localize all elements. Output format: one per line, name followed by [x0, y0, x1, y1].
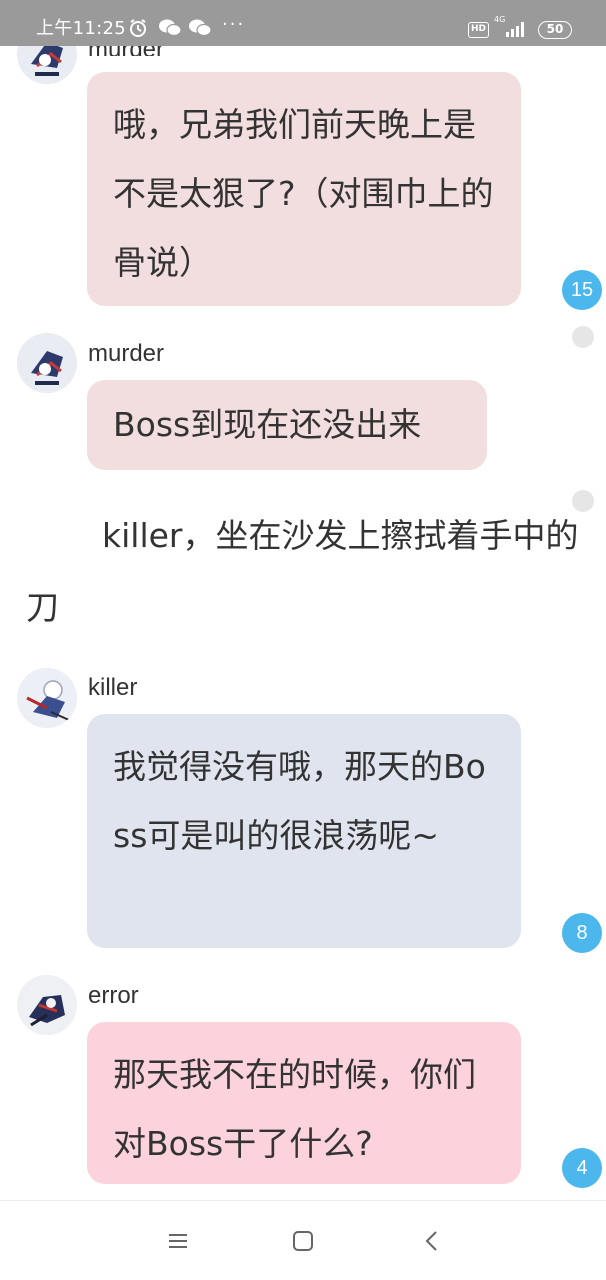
hd-voice-icon: HD — [468, 22, 490, 38]
status-bar: 上午11:25 ··· HD 4G 50 — [0, 0, 606, 46]
wechat-icon — [158, 18, 182, 42]
sender-name: murder — [88, 340, 165, 367]
avatar[interactable] — [17, 333, 77, 393]
reply-count-badge[interactable]: 4 — [562, 1148, 602, 1188]
back-chevron-icon[interactable] — [418, 1227, 446, 1255]
reply-count-badge[interactable]: 8 — [562, 913, 602, 953]
narration-text: killer，坐在沙发上擦拭着手中的刀 — [26, 516, 579, 627]
more-notifications-icon: ··· — [222, 14, 246, 35]
status-time: 上午11:25 — [36, 18, 126, 39]
message-bubble[interactable]: 哦，兄弟我们前天晚上是不是太狠了?（对围巾上的骨说） — [87, 72, 521, 306]
message-bubble[interactable]: Boss到现在还没出来 — [87, 380, 487, 470]
alarm-icon — [128, 18, 148, 42]
avatar[interactable] — [17, 975, 77, 1035]
status-dot — [572, 326, 594, 348]
battery-indicator: 50 — [538, 21, 572, 39]
message-bubble[interactable]: 那天我不在的时候，你们对Boss干了什么? — [87, 1022, 521, 1184]
avatar[interactable] — [17, 668, 77, 728]
home-square-icon[interactable] — [289, 1227, 317, 1255]
message-bubble[interactable]: 我觉得没有哦，那天的Boss可是叫的很浪荡呢~ — [87, 714, 521, 948]
navigation-bar — [0, 1200, 606, 1280]
signal-icon — [504, 20, 528, 42]
reply-count-badge[interactable]: 15 — [562, 270, 602, 310]
wechat-icon — [188, 18, 212, 42]
sender-name: killer — [88, 674, 138, 701]
menu-icon[interactable] — [164, 1227, 192, 1255]
sender-name: error — [88, 982, 139, 1009]
